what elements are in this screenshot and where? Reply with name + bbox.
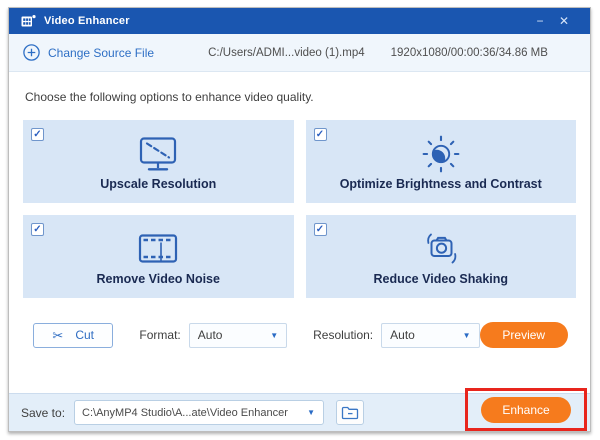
options-prompt: Choose the following options to enhance …	[25, 90, 314, 104]
resolution-dropdown[interactable]: Auto ▼	[381, 322, 480, 348]
option-card-remove-noise[interactable]: ✓ Remove Video Noise	[23, 215, 294, 298]
preview-button[interactable]: Preview	[479, 322, 569, 348]
save-path-dropdown[interactable]: C:\AnyMP4 Studio\A...ate\Video Enhancer …	[74, 400, 325, 425]
source-file-info: 1920x1080/00:00:36/34.86 MB	[390, 46, 548, 59]
option-label: Optimize Brightness and Contrast	[339, 177, 542, 191]
minimize-icon[interactable]: −	[528, 8, 552, 34]
save-to-label: Save to:	[21, 405, 66, 420]
folder-icon	[341, 405, 359, 420]
resolution-value: Auto	[390, 328, 415, 342]
checkbox-optimize-brightness[interactable]: ✓	[313, 128, 327, 141]
checkbox-reduce-shaking[interactable]: ✓	[313, 223, 327, 236]
option-label: Upscale Resolution	[100, 177, 217, 191]
brightness-sun-icon	[420, 132, 462, 176]
option-card-optimize-brightness[interactable]: ✓ Optimize Brightness and Contrast	[305, 120, 576, 203]
film-strip-icon	[134, 227, 182, 271]
checkmark-icon: ✓	[315, 224, 325, 235]
change-source-file-label: Change Source File	[48, 45, 155, 60]
plus-circle-icon	[23, 44, 40, 61]
option-label: Remove Video Noise	[96, 272, 220, 286]
format-value: Auto	[197, 328, 223, 342]
desktop: { "window": { "title": "Video Enhancer" …	[0, 0, 600, 440]
option-card-reduce-shaking[interactable]: ✓ Reduce Video Shaking	[305, 215, 576, 298]
checkbox-remove-noise[interactable]: ✓	[31, 223, 44, 236]
close-icon[interactable]: ✕	[552, 8, 576, 34]
checkmark-icon: ✓	[315, 129, 325, 140]
app-window: Video Enhancer − ✕ Change Source File C:…	[8, 7, 591, 432]
option-card-upscale-resolution[interactable]: ✓ Upscale Resolution	[23, 120, 294, 203]
browse-folder-button[interactable]	[336, 400, 365, 425]
checkmark-icon: ✓	[33, 129, 42, 140]
options-grid: ✓ Upscale Resolution ✓ Optimize Brightne…	[23, 120, 576, 298]
settings-row: ✂ Cut Format: Auto ▼ Resolution: Auto ▼ …	[23, 322, 576, 348]
cut-button[interactable]: ✂ Cut	[33, 322, 114, 348]
annotation-highlight-box: Enhance	[465, 388, 587, 431]
chevron-down-icon: ▼	[462, 330, 471, 340]
source-file-path: C:/Users/ADMI...video (1).mp4	[208, 46, 365, 59]
option-label: Reduce Video Shaking	[373, 272, 509, 286]
source-toolbar: Change Source File C:/Users/ADMI...video…	[9, 34, 590, 72]
chevron-down-icon: ▼	[270, 330, 279, 340]
resolution-label: Resolution:	[313, 328, 374, 342]
main-content: Choose the following options to enhance …	[9, 72, 590, 393]
checkbox-upscale-resolution[interactable]: ✓	[31, 128, 44, 141]
cut-button-label: Cut	[75, 328, 94, 342]
title-bar: Video Enhancer − ✕	[9, 8, 590, 34]
save-bar: Save to: C:\AnyMP4 Studio\A...ate\Video …	[9, 388, 590, 431]
format-label: Format:	[139, 328, 181, 342]
enhance-button[interactable]: Enhance	[481, 396, 571, 423]
app-icon	[21, 14, 36, 28]
save-path-value: C:\AnyMP4 Studio\A...ate\Video Enhancer	[82, 406, 288, 419]
checkmark-icon: ✓	[33, 224, 42, 235]
scissors-icon: ✂	[52, 327, 64, 343]
change-source-file-button[interactable]: Change Source File	[23, 44, 154, 61]
format-dropdown[interactable]: Auto ▼	[188, 322, 288, 348]
window-title: Video Enhancer	[44, 15, 130, 27]
camera-shake-icon	[418, 227, 464, 271]
chevron-down-icon: ▼	[307, 408, 315, 417]
monitor-upscale-icon	[135, 132, 181, 176]
